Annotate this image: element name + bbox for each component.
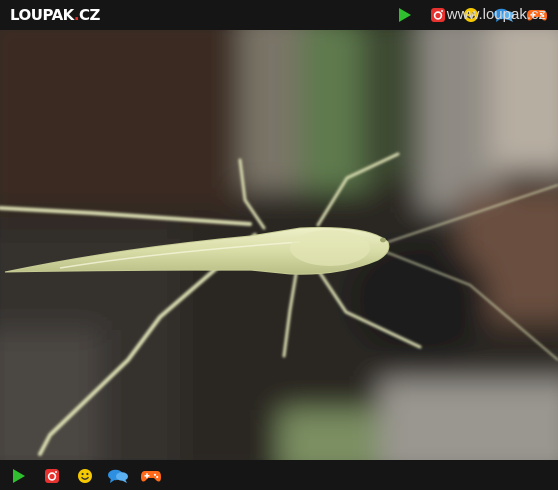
gamepad-icon[interactable] <box>140 466 162 486</box>
site-logo[interactable]: LOUPAK.CZ <box>10 6 100 24</box>
instagram-icon[interactable] <box>41 466 63 486</box>
play-icon[interactable] <box>394 5 416 25</box>
site-url-link[interactable]: www.loupak.cz <box>447 6 546 23</box>
logo-main-text: LOUPAK <box>10 6 74 24</box>
smiley-icon[interactable] <box>74 466 96 486</box>
chat-bubbles-icon[interactable] <box>107 466 129 486</box>
play-icon[interactable] <box>8 466 30 486</box>
bottom-icon-row <box>8 466 173 486</box>
logo-tld-text: CZ <box>79 6 100 24</box>
insect-photo <box>0 30 558 460</box>
instagram-icon[interactable] <box>427 5 449 25</box>
